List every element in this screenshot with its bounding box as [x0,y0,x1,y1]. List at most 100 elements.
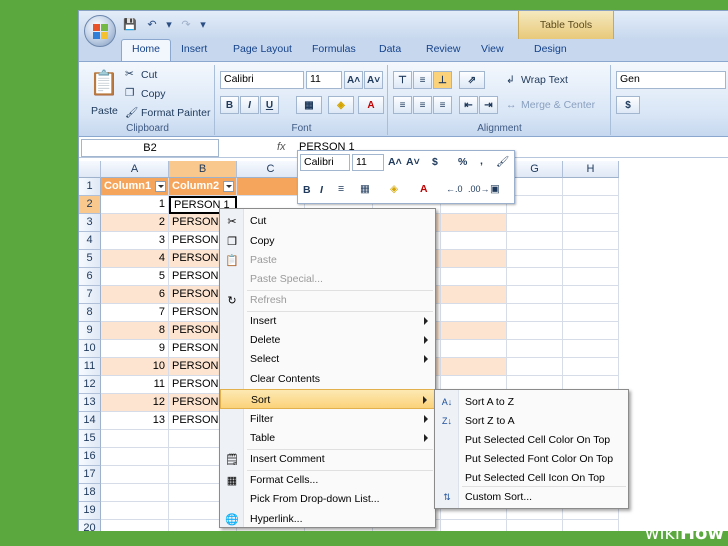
row-header[interactable]: 15 [79,430,101,448]
align-middle-icon[interactable]: ≡ [413,71,432,89]
cell[interactable] [563,358,619,376]
row-header[interactable]: 3 [79,214,101,232]
format-painter-button[interactable]: Format Painter [141,107,210,119]
cell[interactable]: 11 [101,376,169,394]
sort-custom[interactable]: ⇅ Custom Sort... [435,487,628,507]
number-format-select[interactable]: Gen [616,71,726,89]
row-header[interactable]: 16 [79,448,101,466]
cut-button[interactable]: Cut [141,69,157,81]
cell[interactable] [101,484,169,502]
tab-page-layout[interactable]: Page Layout [233,43,292,55]
row-header[interactable]: 18 [79,484,101,502]
cell[interactable] [101,466,169,484]
tab-view[interactable]: View [481,43,504,55]
cell[interactable] [563,250,619,268]
menu-cut[interactable]: ✂ Cut [220,211,435,231]
cell[interactable] [507,214,563,232]
cell[interactable] [101,520,169,531]
column-header[interactable]: H [563,161,619,178]
align-top-icon[interactable]: ⊤ [393,71,412,89]
cell[interactable] [563,304,619,322]
cell[interactable]: 10 [101,358,169,376]
fx-label[interactable]: fx [277,141,286,153]
cell[interactable] [507,322,563,340]
cell[interactable]: 7 [101,304,169,322]
mini-font-color-icon[interactable]: A [420,183,428,195]
mini-format-painter-icon[interactable]: 🖌 [496,155,509,168]
sort-a-to-z[interactable]: A↓ Sort A to Z [435,392,628,412]
dropdown-icon[interactable]: ▾ [165,16,173,33]
cell[interactable] [101,502,169,520]
cell[interactable] [507,250,563,268]
cell[interactable] [441,358,507,376]
cell[interactable] [441,250,507,268]
row-header[interactable]: 14 [79,412,101,430]
cell[interactable]: 8 [101,322,169,340]
mini-percent-button[interactable]: % [458,156,467,168]
column-header[interactable]: B [169,161,237,178]
filter-dropdown-icon[interactable] [155,181,166,192]
office-button[interactable] [84,15,116,47]
mini-currency-button[interactable]: $ [432,156,438,168]
underline-button[interactable]: U [260,96,279,114]
fill-color-icon[interactable]: ◈ [328,96,354,114]
cell[interactable] [101,430,169,448]
cell[interactable]: 2 [101,214,169,232]
cell[interactable] [507,268,563,286]
row-header[interactable]: 4 [79,232,101,250]
save-icon[interactable]: 💾 [121,16,139,33]
paste-button[interactable]: Paste [91,105,118,117]
mini-bold-button[interactable]: B [303,184,311,196]
menu-delete[interactable]: Delete [220,330,435,350]
mini-grow-font-icon[interactable]: A˄ [388,156,402,168]
mini-borders-icon[interactable]: ▦ [360,183,370,195]
mini-comma-button[interactable]: , [480,155,483,167]
filter-dropdown-icon[interactable] [223,181,234,192]
menu-sort[interactable]: Sort [220,389,435,409]
select-all-corner[interactable] [79,161,101,178]
row-header[interactable]: 13 [79,394,101,412]
cell[interactable] [101,448,169,466]
tab-review[interactable]: Review [426,43,460,55]
wrap-text-button[interactable]: Wrap Text [521,74,568,86]
shrink-font-icon[interactable]: A˅ [364,71,383,89]
align-center-icon[interactable]: ≡ [413,96,432,114]
merge-center-button[interactable]: Merge & Center [521,99,595,111]
bold-button[interactable]: B [220,96,239,114]
cell[interactable] [507,358,563,376]
menu-select[interactable]: Select [220,349,435,369]
sort-font-color[interactable]: Put Selected Font Color On Top [435,449,628,469]
menu-hyperlink[interactable]: 🌐 Hyperlink... [220,509,435,529]
cell[interactable] [563,340,619,358]
cell[interactable]: 4 [101,250,169,268]
cell[interactable] [563,520,619,531]
mini-fill-color-icon[interactable]: ◈ [390,183,398,195]
cell[interactable] [563,268,619,286]
cell[interactable] [441,322,507,340]
align-bottom-icon[interactable]: ⊥ [433,71,452,89]
cell[interactable] [441,286,507,304]
row-header[interactable]: 7 [79,286,101,304]
align-left-icon[interactable]: ≡ [393,96,412,114]
cell[interactable] [507,178,563,196]
column-header[interactable]: G [507,161,563,178]
cell[interactable] [563,232,619,250]
cell[interactable] [441,232,507,250]
cell[interactable]: 13 [101,412,169,430]
orientation-icon[interactable]: ⇗ [459,71,485,89]
mini-font-select[interactable]: Calibri [300,154,350,171]
cell[interactable] [441,340,507,358]
cell[interactable]: 6 [101,286,169,304]
row-header[interactable]: 20 [79,520,101,531]
tab-design[interactable]: Design [534,43,567,55]
font-color-icon[interactable]: A [358,96,384,114]
undo-icon[interactable]: ↶ [143,16,161,33]
currency-button[interactable]: $ [616,96,640,114]
menu-insert-comment[interactable]: 🗒 Insert Comment [220,449,435,469]
cell[interactable] [237,178,305,196]
cell[interactable] [563,214,619,232]
borders-icon[interactable]: ▦ [296,96,322,114]
cell[interactable] [507,196,563,214]
tab-home[interactable]: Home [121,39,172,62]
row-header[interactable]: 19 [79,502,101,520]
